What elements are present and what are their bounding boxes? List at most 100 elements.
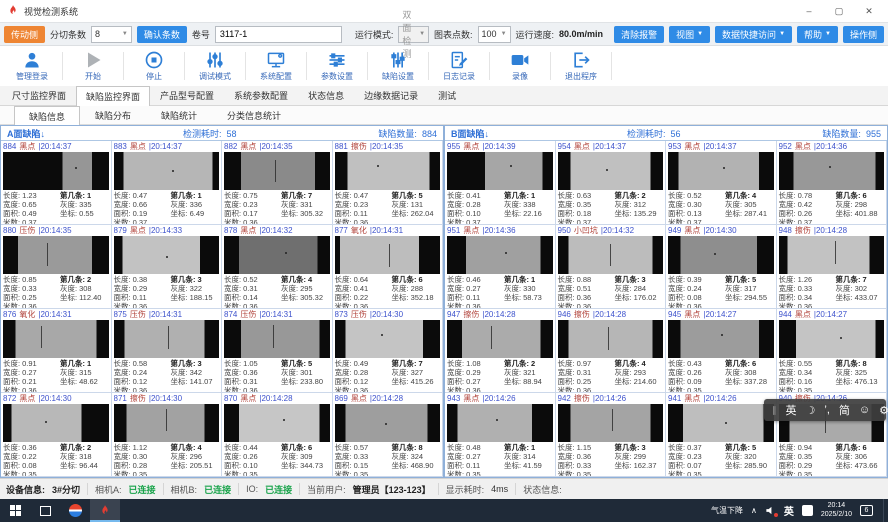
defect-cell[interactable]: 884 黑点 |20:14:37 长度:1.23 宽度:0.65 面积:0.49… bbox=[1, 141, 112, 225]
defect-cell[interactable]: 870 黑点 |20:14:28 长度:0.44 宽度:0.26 面积:0.10… bbox=[222, 393, 333, 477]
defect-cell[interactable]: 882 黑点 |20:14:35 长度:0.75 宽度:0.23 面积:0.17… bbox=[222, 141, 333, 225]
tab-defect-monitor[interactable]: 缺陷监控界面 bbox=[76, 86, 150, 106]
defect-cell[interactable]: 874 压伤 |20:14:31 长度:1.05 宽度:0.36 面积:0.31… bbox=[222, 309, 333, 393]
defect-cell[interactable]: 872 黑点 |20:14:30 长度:0.36 宽度:0.22 面积:0.08… bbox=[1, 393, 112, 477]
defect-cell[interactable]: 947 擦伤 |20:14:28 长度:1.08 宽度:0.29 面积:0.27… bbox=[445, 309, 556, 393]
emoji-icon[interactable]: ☺ bbox=[859, 404, 870, 416]
record-video-button[interactable]: 录像 bbox=[490, 50, 550, 82]
hidden-icons-chevron[interactable]: ∧ bbox=[751, 506, 757, 515]
operate-side-button[interactable]: 操作侧 bbox=[843, 26, 884, 43]
panel-b-title[interactable]: B面缺陷↓ bbox=[451, 127, 489, 140]
defect-cell[interactable]: 880 压伤 |20:14:35 长度:0.85 宽度:0.33 面积:0.25… bbox=[1, 225, 112, 309]
subtab-defect-statistics[interactable]: 缺陷统计 bbox=[146, 105, 212, 124]
defect-cell[interactable]: 879 黑点 |20:14:33 长度:0.38 宽度:0.29 面积:0.11… bbox=[112, 225, 223, 309]
tab-status-info[interactable]: 状态信息 bbox=[298, 85, 354, 105]
task-view-button[interactable] bbox=[30, 499, 60, 522]
debug-mode-button[interactable]: 调试模式 bbox=[185, 50, 245, 82]
data-quick-access-button[interactable]: 数据快捷访问▼ bbox=[715, 26, 792, 43]
tab-edge-data-record[interactable]: 边缘数据记录 bbox=[354, 85, 428, 105]
tab-product-model-config[interactable]: 产品型号配置 bbox=[150, 85, 224, 105]
minimize-button[interactable]: – bbox=[796, 6, 822, 17]
defect-cell[interactable]: 945 黑点 |20:14:27 长度:0.43 宽度:0.26 面积:0.09… bbox=[666, 309, 777, 393]
ime-language-indicator[interactable]: 英 bbox=[784, 503, 794, 518]
defect-cell[interactable]: 950 小凹坑 |20:14:32 长度:0.88 宽度:0.51 面积:0.3… bbox=[556, 225, 667, 309]
roll-number-input[interactable] bbox=[215, 26, 342, 43]
defect-cell[interactable]: 941 黑点 |20:14:26 长度:0.37 宽度:0.23 面积:0.07… bbox=[666, 393, 777, 477]
meter-value: 0.35 bbox=[798, 386, 813, 393]
width-value: 0.31 bbox=[243, 284, 258, 293]
admin-login-button[interactable]: 管理登录 bbox=[2, 50, 62, 82]
length-value: 0.91 bbox=[22, 359, 37, 368]
start-button[interactable]: 开始 bbox=[63, 50, 123, 82]
defect-cell[interactable]: 952 黑点 |20:14:36 长度:0.78 宽度:0.42 面积:0.26… bbox=[777, 141, 888, 225]
tab-size-monitor[interactable]: 尺寸监控界面 bbox=[2, 85, 76, 105]
slit-count-select[interactable]: 8▼ bbox=[91, 26, 132, 43]
defect-cell[interactable]: 876 氧化 |20:14:31 长度:0.91 宽度:0.27 面积:0.21… bbox=[1, 309, 112, 393]
system-config-button[interactable]: 系统配置 bbox=[246, 50, 306, 82]
drag-handle-icon[interactable]: ∥ bbox=[772, 405, 777, 416]
defect-mark bbox=[389, 244, 390, 267]
defect-cell[interactable]: 951 黑点 |20:14:36 长度:0.46 宽度:0.27 面积:0.11… bbox=[445, 225, 556, 309]
defect-cell[interactable]: 883 黑点 |20:14:37 长度:0.47 宽度:0.66 面积:0.19… bbox=[112, 141, 223, 225]
defect-cell-header: 873 压伤 |20:14:30 bbox=[335, 309, 441, 320]
defect-cell[interactable]: 949 黑点 |20:14:30 长度:0.39 宽度:0.24 面积:0.08… bbox=[666, 225, 777, 309]
ime-mode-icon[interactable] bbox=[802, 505, 813, 516]
gear-icon[interactable]: ⚙ bbox=[879, 404, 888, 417]
meter-value: 0.36 bbox=[243, 386, 258, 393]
defect-cell[interactable]: 953 黑点 |20:14:37 长度:0.52 宽度:0.30 面积:0.13… bbox=[666, 141, 777, 225]
defect-cell-header: 884 黑点 |20:14:37 bbox=[3, 141, 109, 152]
close-button[interactable]: ✕ bbox=[856, 6, 882, 17]
show-desktop-strip[interactable] bbox=[883, 499, 884, 522]
run-mode-select[interactable]: 双面检测▼ bbox=[398, 26, 429, 43]
confirm-count-button[interactable]: 确认条数 bbox=[137, 26, 187, 43]
parameter-settings-button[interactable]: 参数设置 bbox=[307, 50, 367, 82]
maximize-button[interactable]: ▢ bbox=[826, 6, 852, 17]
chart-points-select[interactable]: 100▼ bbox=[478, 26, 511, 43]
notification-center-button[interactable]: 6 bbox=[860, 505, 873, 516]
defect-cell[interactable]: 877 氧化 |20:14:31 长度:0.64 宽度:0.41 面积:0.22… bbox=[333, 225, 444, 309]
defect-settings-button[interactable]: 缺陷设置 bbox=[368, 50, 428, 82]
length-value: 0.47 bbox=[133, 191, 148, 200]
drive-side-button[interactable]: 传动侧 bbox=[4, 26, 45, 43]
defect-cell[interactable]: 871 擦伤 |20:14:30 长度:1.12 宽度:0.30 面积:0.28… bbox=[112, 393, 223, 477]
tab-test[interactable]: 测试 bbox=[428, 85, 466, 105]
defect-cell[interactable]: 954 黑点 |20:14:37 长度:0.63 宽度:0.35 面积:0.18… bbox=[556, 141, 667, 225]
defect-cell[interactable]: 948 擦伤 |20:14:28 长度:1.26 宽度:0.33 面积:0.34… bbox=[777, 225, 888, 309]
defect-cell[interactable]: 944 黑点 |20:14:27 长度:0.55 宽度:0.34 面积:0.16… bbox=[777, 309, 888, 393]
clear-alarm-button[interactable]: 清除报警 bbox=[614, 26, 664, 43]
subtab-defect-info[interactable]: 缺陷信息 bbox=[14, 106, 80, 125]
volume-button[interactable] bbox=[765, 505, 776, 516]
defect-cell[interactable]: 943 黑点 |20:14:26 长度:0.48 宽度:0.27 面积:0.11… bbox=[445, 393, 556, 477]
sogou-app-button[interactable] bbox=[60, 499, 90, 522]
defect-cell[interactable]: 869 黑点 |20:14:28 长度:0.57 宽度:0.33 面积:0.15… bbox=[333, 393, 444, 477]
defect-cell[interactable]: 942 擦伤 |20:14:26 长度:1.15 宽度:0.36 面积:0.33… bbox=[556, 393, 667, 477]
subtab-defect-distribution[interactable]: 缺陷分布 bbox=[80, 105, 146, 124]
start-button[interactable] bbox=[0, 499, 30, 522]
subtab-classification-statistics[interactable]: 分类信息统计 bbox=[212, 105, 296, 124]
punctuation-toggle-icon[interactable]: ’, bbox=[824, 404, 830, 416]
tab-system-param-config[interactable]: 系统参数配置 bbox=[224, 85, 298, 105]
help-menu-button[interactable]: 帮助▼ bbox=[797, 26, 838, 43]
length-label: 长度: bbox=[114, 191, 131, 200]
defect-cell[interactable]: 875 压伤 |20:14:31 长度:0.58 宽度:0.24 面积:0.12… bbox=[112, 309, 223, 393]
taskbar-clock[interactable]: 20:14 2025/2/10 bbox=[821, 502, 852, 520]
defect-cell[interactable]: 881 擦伤 |20:14:35 长度:0.47 宽度:0.23 面积:0.11… bbox=[333, 141, 444, 225]
simplified-chinese-toggle[interactable]: 简 bbox=[839, 402, 850, 418]
exit-program-button[interactable]: 退出程序 bbox=[551, 50, 611, 82]
view-menu-button[interactable]: 视图▼ bbox=[669, 26, 710, 43]
log-record-button[interactable]: 日志记录 bbox=[429, 50, 489, 82]
coord-value: 294.55 bbox=[744, 293, 767, 302]
defect-time: |20:14:27 bbox=[703, 310, 736, 319]
ime-english-toggle[interactable]: 英 bbox=[786, 402, 797, 418]
moon-icon[interactable]: ☽ bbox=[806, 404, 816, 417]
defect-cell[interactable]: 955 黑点 |20:14:39 长度:0.41 宽度:0.28 面积:0.10… bbox=[445, 141, 556, 225]
defect-cell[interactable]: 946 擦伤 |20:14:28 长度:0.97 宽度:0.31 面积:0.25… bbox=[556, 309, 667, 393]
coord-value: 262.04 bbox=[411, 209, 434, 218]
defect-cell[interactable]: 878 黑点 |20:14:32 长度:0.52 宽度:0.31 面积:0.14… bbox=[222, 225, 333, 309]
defect-id: 945 bbox=[668, 310, 681, 319]
weather-text[interactable]: 气温下降 bbox=[711, 505, 743, 516]
stop-button[interactable]: 停止 bbox=[124, 50, 184, 82]
inspection-app-button[interactable] bbox=[90, 499, 120, 522]
panel-a-title[interactable]: A面缺陷↓ bbox=[7, 127, 45, 140]
defect-cell[interactable]: 873 压伤 |20:14:30 长度:0.49 宽度:0.28 面积:0.12… bbox=[333, 309, 444, 393]
